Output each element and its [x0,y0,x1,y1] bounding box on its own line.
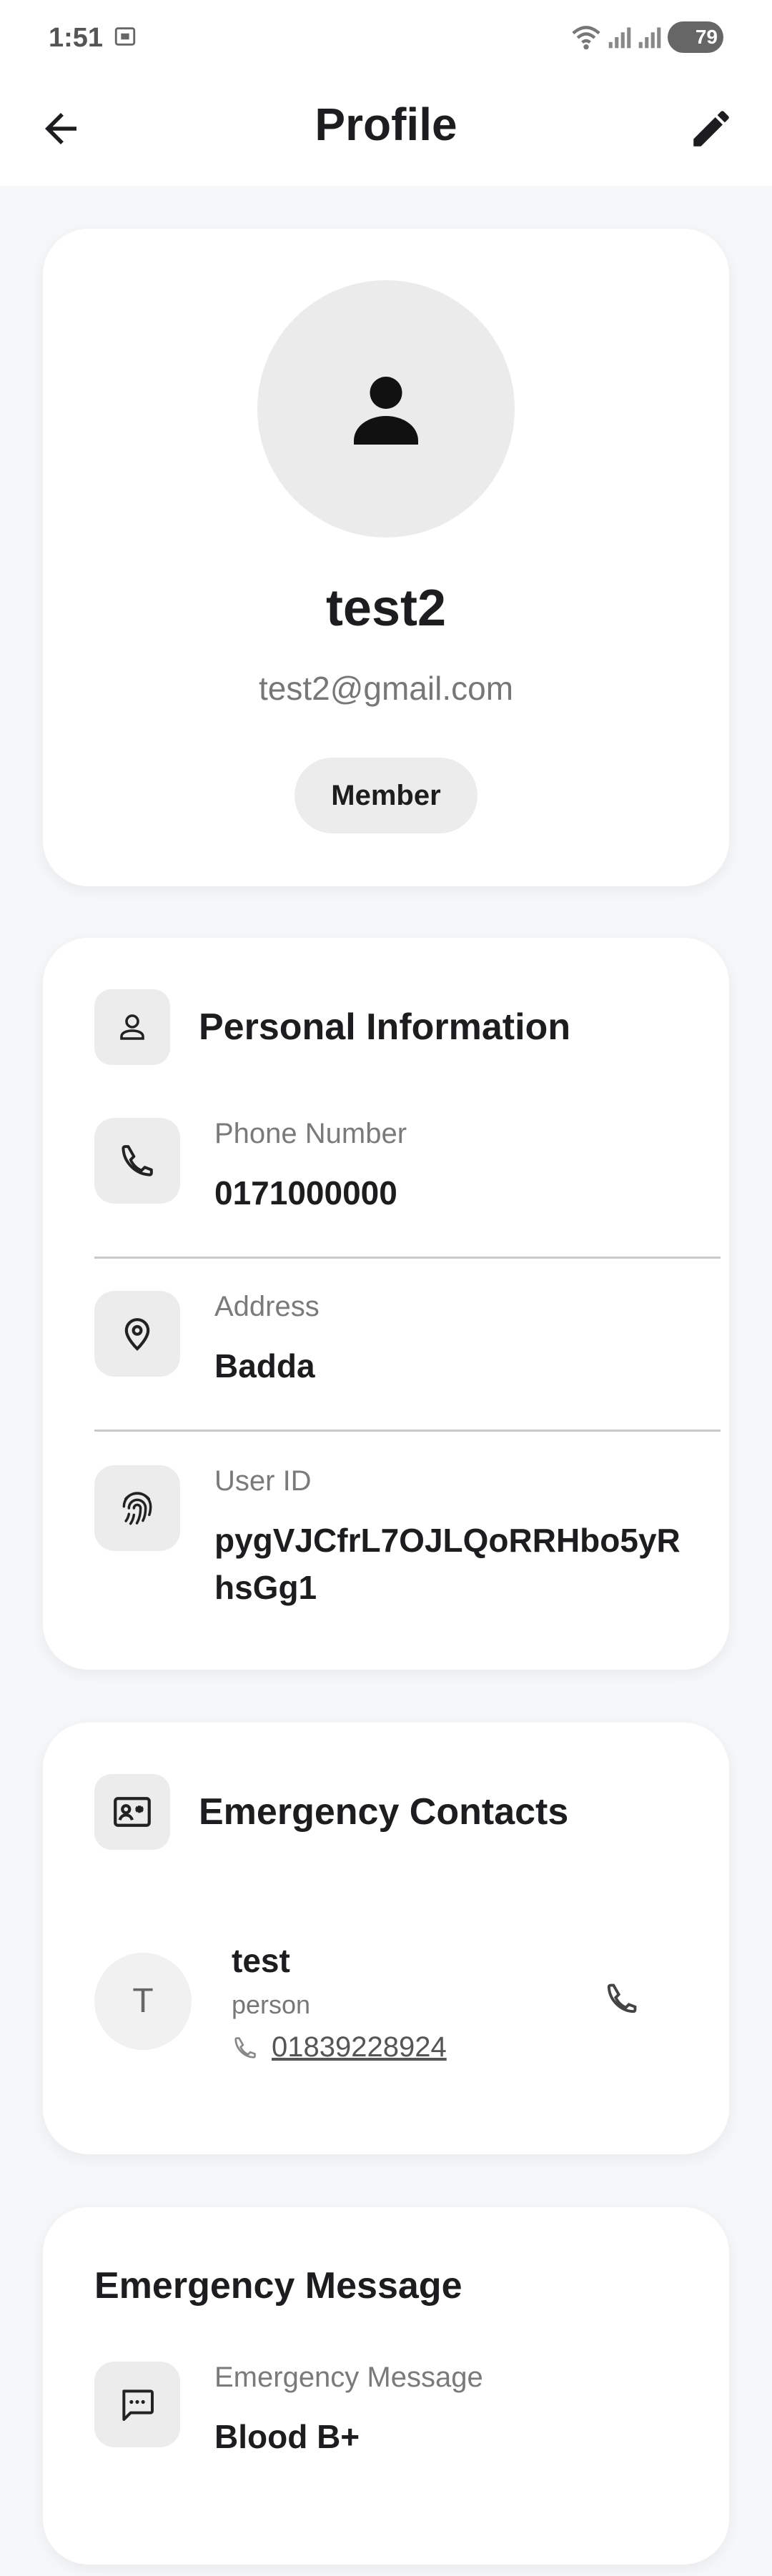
profile-name: test2 [325,580,447,637]
contact-avatar: T [94,1953,192,2050]
section-title: Personal Information [199,1006,571,1048]
signal-icon-2 [638,27,661,49]
section-title: Emergency Message [94,2265,462,2307]
person-outline-icon [94,989,170,1065]
battery-level: 79 [695,26,718,48]
userid-row: User ID pygVJCfrL7OJLQoRRHbo5yRhsGg1 [94,1465,681,1623]
contact-relation: person [232,1990,311,2019]
row-label: Emergency Message [214,2362,483,2393]
status-indicators: 79 [570,21,723,53]
row-label: Phone Number [214,1118,407,1149]
contact-phone-link[interactable]: 01839228924 [272,2031,447,2064]
row-value: Blood B+ [214,2418,360,2455]
row-value: 0171000000 [214,1174,397,1212]
battery-indicator: 79 [668,21,723,53]
avatar [257,280,515,538]
edit-pencil-icon[interactable] [688,105,735,152]
address-row: Address Badda [94,1291,681,1391]
message-bubble-icon [94,2362,180,2447]
phone-small-icon [234,2036,256,2059]
personal-info-header: Personal Information [94,989,570,1065]
profile-email: test2@gmail.com [258,670,514,707]
status-time: 1:51 [49,23,104,53]
contact-name: test [232,1942,290,1979]
fingerprint-icon [94,1465,180,1551]
signal-icon [608,27,631,49]
emergency-message-card: Emergency Message Emergency Message Bloo… [43,2207,729,2565]
section-title: Emergency Contacts [199,1791,569,1833]
contact-card-icon [94,1774,170,1850]
message-row: Emergency Message Blood B+ [94,2362,681,2462]
wifi-icon [572,26,600,50]
emergency-contacts-header: Emergency Contacts [94,1774,568,1850]
row-value: Badda [214,1347,315,1384]
location-pin-icon [94,1291,180,1377]
status-bar: 1:51 79 [0,0,772,75]
app-bar: Profile [0,75,772,186]
phone-row: Phone Number 0171000000 [94,1118,681,1218]
row-label: User ID [214,1465,312,1497]
row-label: Address [214,1291,320,1322]
screenshot-icon [114,27,136,46]
divider [94,1257,721,1259]
personal-info-card: Personal Information Phone Number 017100… [43,938,729,1670]
row-value: pygVJCfrL7OJLQoRRHbo5yRhsGg1 [214,1522,681,1606]
contact-phone-row: 01839228924 [232,2031,447,2064]
person-icon [354,377,418,445]
divider [94,1430,721,1432]
phone-icon [94,1118,180,1204]
page-title: Profile [315,99,457,150]
emergency-contacts-card: Emergency Contacts T test person 0183922… [43,1723,729,2154]
call-button-icon[interactable] [603,1980,640,2017]
role-badge: Member [295,758,477,833]
profile-card: test2 test2@gmail.com Member [43,229,729,886]
